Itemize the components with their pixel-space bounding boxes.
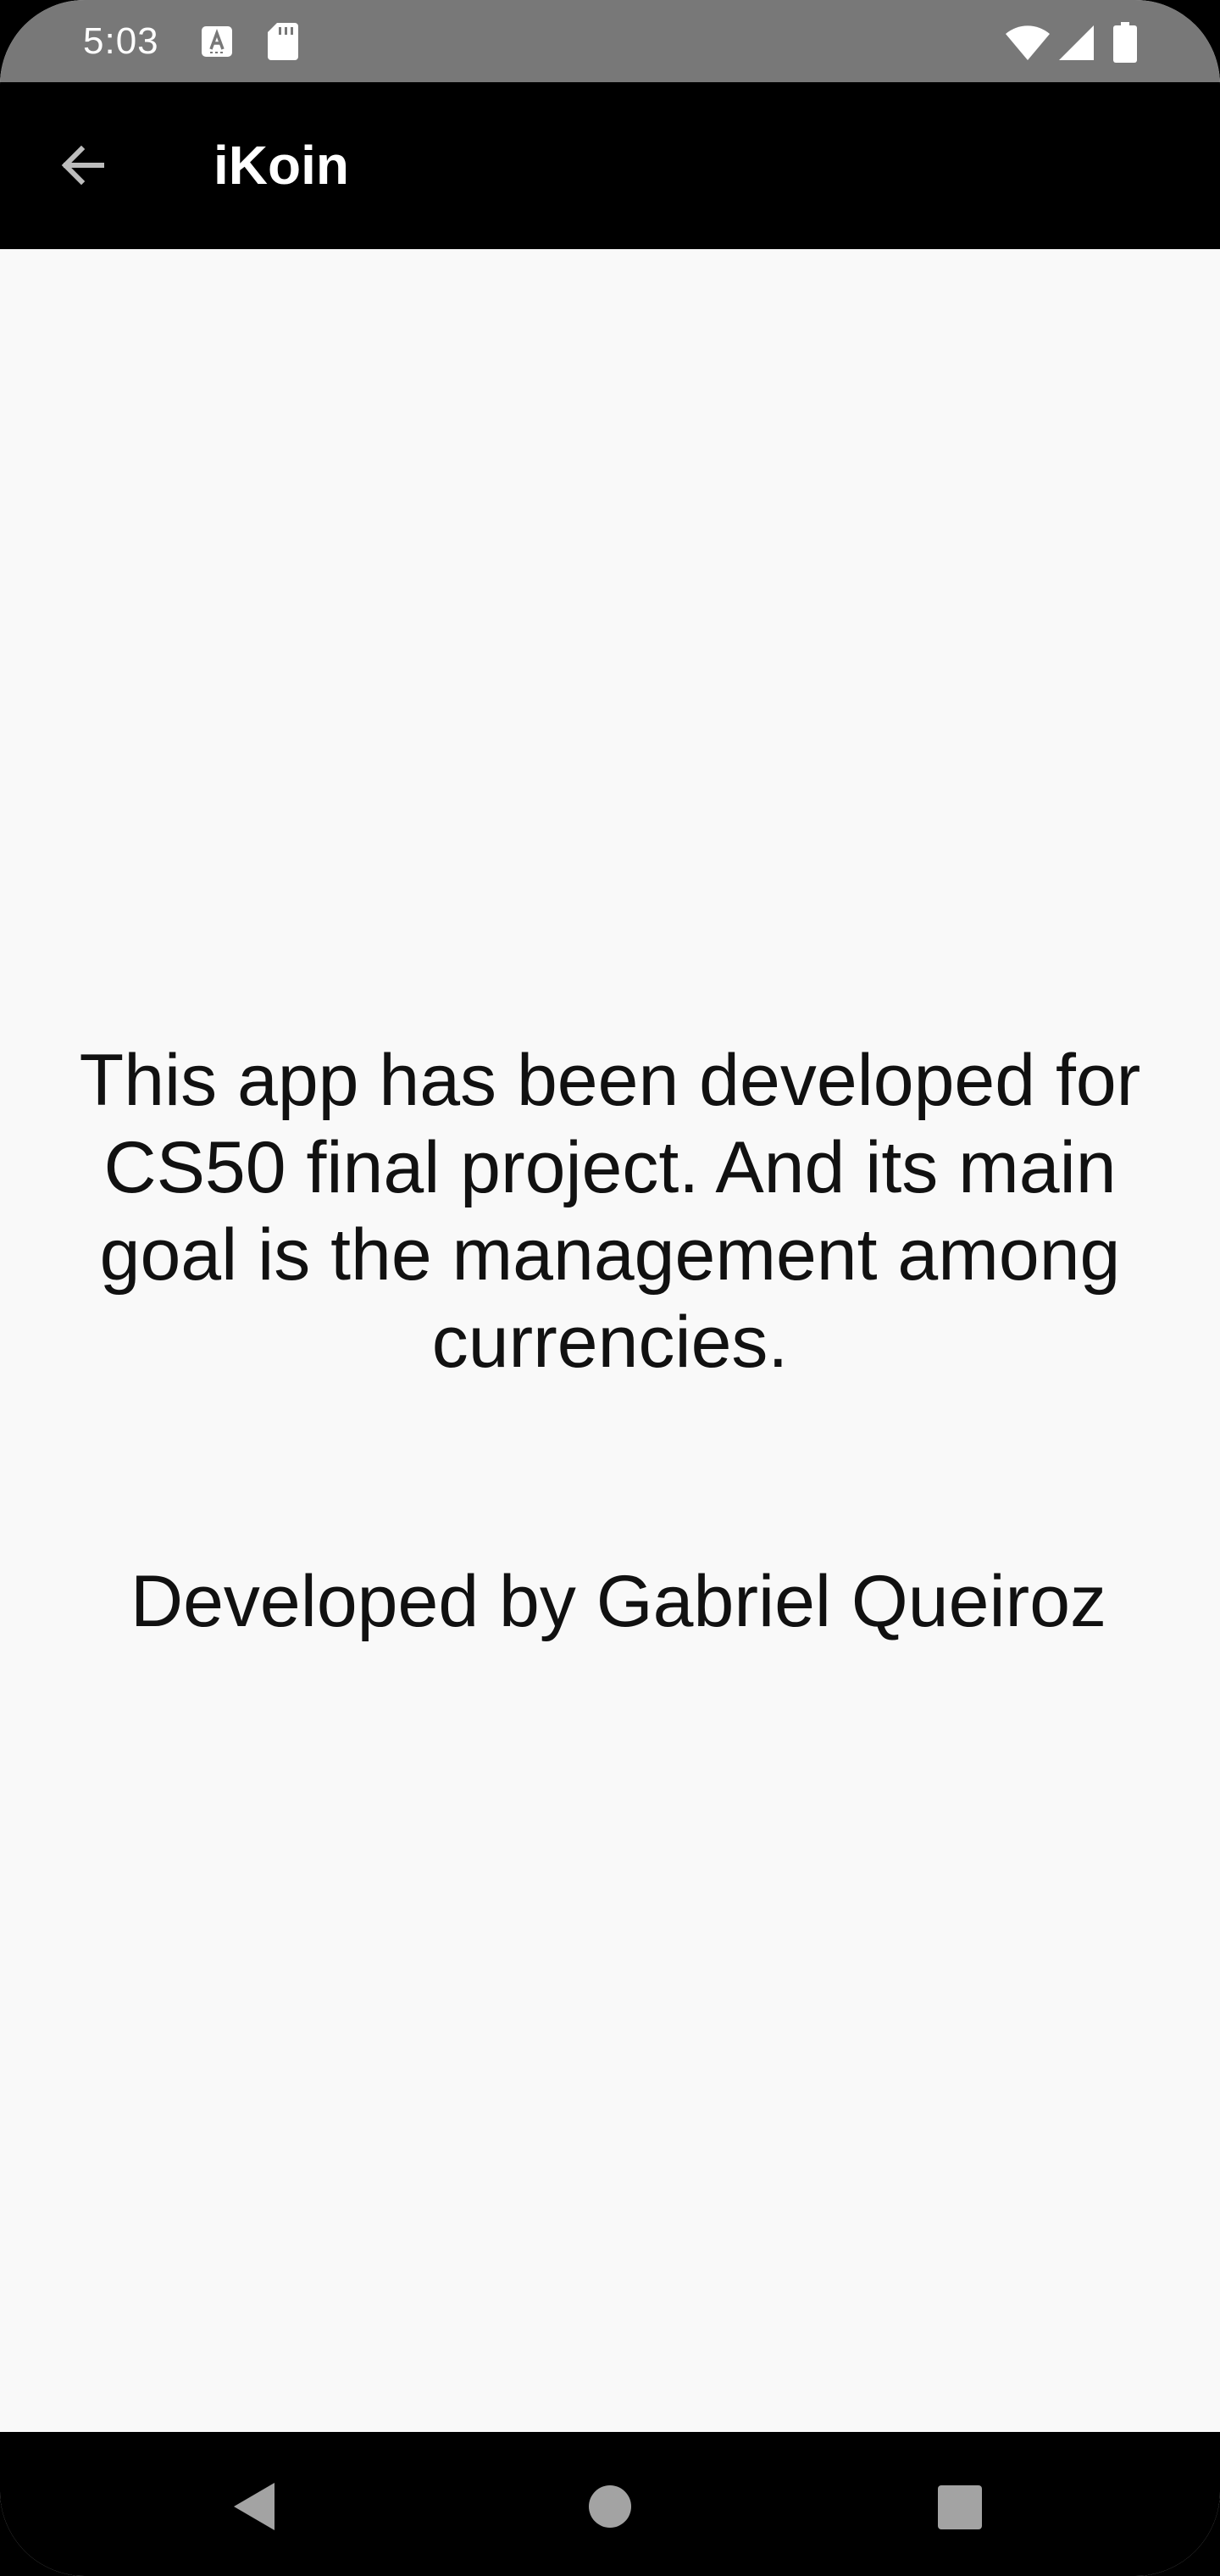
system-nav-bar [0,2432,1220,2576]
phone-screen: 5:03 iKoin This app has been developed f… [0,0,1220,2576]
battery-icon [1113,22,1137,63]
arrow-back-icon [61,145,104,186]
app-bar: iKoin [0,82,1220,249]
app-description: This app has been developed for CS50 fin… [79,1040,1141,1383]
back-button[interactable] [41,123,125,208]
wifi-icon [1006,25,1050,60]
cell-signal-icon [1059,25,1094,60]
nav-home-icon[interactable] [588,2484,632,2529]
sd-card-icon [268,23,298,60]
nav-recents-icon[interactable] [937,2484,983,2530]
status-time: 5:03 [83,20,159,62]
about-content: This app has been developed for CS50 fin… [0,249,1220,2432]
app-title: iKoin [214,135,349,196]
status-bar: 5:03 [0,0,1220,82]
nav-back-icon[interactable] [230,2481,278,2532]
keyboard-a-icon [202,26,232,57]
developer-credit: Developed by Gabriel Queiroz [130,1561,1107,1642]
